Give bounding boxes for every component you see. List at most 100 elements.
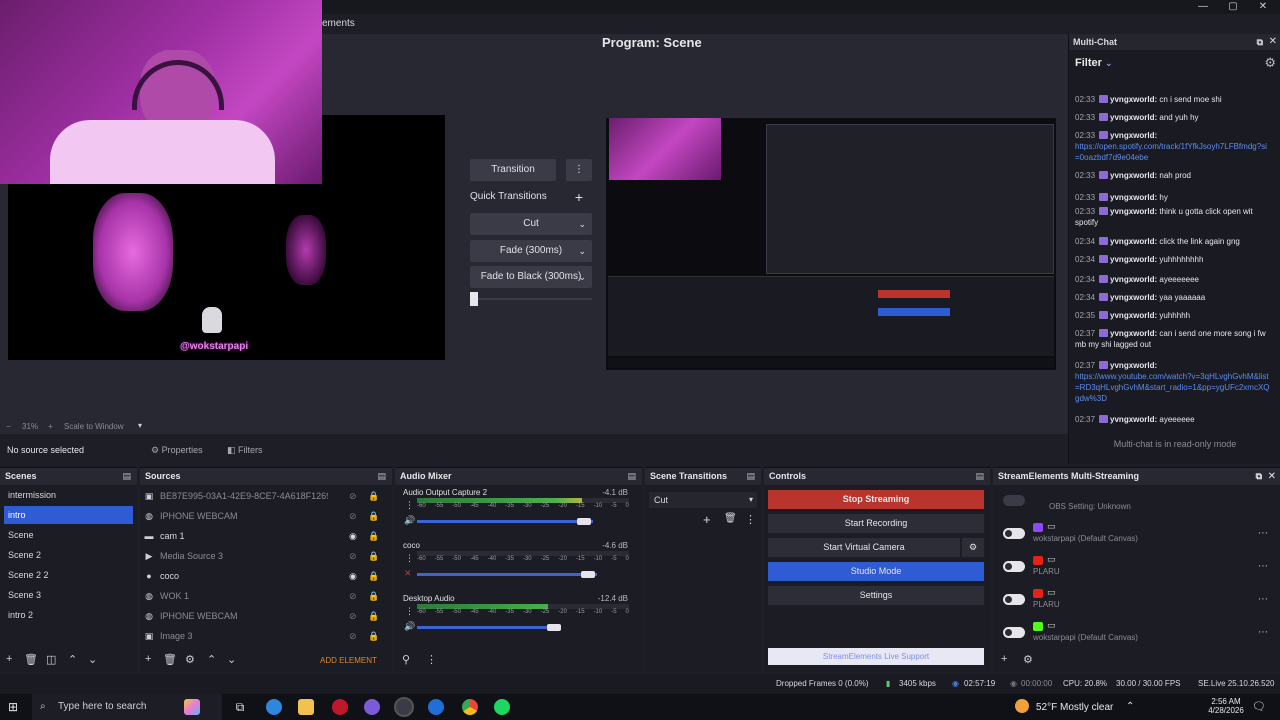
- chat-username[interactable]: yvngxworld:: [1110, 415, 1157, 424]
- menu-item-elements[interactable]: ements: [322, 18, 355, 29]
- visibility-icon[interactable]: ◉: [349, 567, 357, 585]
- scene-item[interactable]: Scene 2: [4, 546, 133, 564]
- popout-icon[interactable]: ⧉: [1257, 34, 1263, 50]
- lock-icon[interactable]: 🔒: [368, 507, 379, 525]
- lock-icon[interactable]: 🔒: [368, 527, 379, 545]
- scene-item[interactable]: intermission: [4, 486, 133, 504]
- source-item[interactable]: ▬ cam 1 ◉ 🔒: [144, 527, 384, 545]
- scene-item[interactable]: Scene: [4, 526, 133, 544]
- channel-menu-icon[interactable]: ⋮: [405, 500, 414, 511]
- lock-icon[interactable]: 🔒: [368, 567, 379, 585]
- add-transition-icon[interactable]: +: [703, 512, 711, 527]
- filter-dropdown[interactable]: Filter ⌄: [1075, 57, 1113, 69]
- speaker-icon[interactable]: 🔊: [404, 515, 415, 526]
- stop-streaming-button[interactable]: Stop Streaming: [768, 490, 984, 509]
- channel-menu-icon[interactable]: ⋮: [405, 553, 414, 564]
- lock-icon[interactable]: 🔒: [368, 547, 379, 565]
- zoom-out-icon[interactable]: −: [6, 422, 11, 431]
- volume-knob[interactable]: [546, 624, 561, 631]
- scene-item[interactable]: Scene 3: [4, 586, 133, 604]
- mixer-menu-icon[interactable]: ⋮: [426, 653, 437, 666]
- visibility-icon[interactable]: ⊘: [349, 507, 357, 525]
- chat-username[interactable]: yvngxworld:: [1110, 193, 1157, 202]
- properties-button[interactable]: ⚙ Properties: [151, 445, 203, 456]
- notifications-icon[interactable]: 🗨: [1252, 700, 1266, 713]
- quick-transition-cut[interactable]: Cut ⌄: [470, 213, 592, 235]
- transition-menu-button[interactable]: ⋮: [566, 159, 592, 181]
- volume-knob[interactable]: [577, 518, 592, 525]
- app-blue-icon[interactable]: [428, 699, 444, 715]
- move-down-icon[interactable]: ⌄: [227, 653, 236, 666]
- scene-item[interactable]: intro 2: [4, 606, 133, 624]
- output-toggle[interactable]: [1003, 528, 1025, 539]
- weather-text[interactable]: 52°F Mostly clear: [1036, 702, 1113, 713]
- volume-slider[interactable]: [417, 626, 561, 629]
- obs-toggle[interactable]: [1003, 495, 1025, 506]
- speaker-icon[interactable]: ✕: [404, 568, 412, 579]
- chat-username[interactable]: yvngxworld:: [1110, 131, 1157, 140]
- volume-slider[interactable]: [417, 573, 597, 576]
- spotify-icon[interactable]: [494, 699, 510, 715]
- trash-icon[interactable]: 🗑: [163, 653, 177, 666]
- quick-transition-fade-black[interactable]: Fade to Black (300ms) ⌄: [470, 266, 592, 288]
- copilot-icon[interactable]: [184, 699, 200, 715]
- move-up-icon[interactable]: ⌃: [68, 653, 77, 666]
- more-icon[interactable]: ⋯: [1258, 561, 1268, 572]
- chat-username[interactable]: yvngxworld:: [1110, 207, 1157, 216]
- t-bar-track[interactable]: [478, 298, 592, 300]
- zoom-dropdown-icon[interactable]: ▾: [138, 421, 142, 430]
- chat-username[interactable]: yvngxworld:: [1110, 255, 1157, 264]
- output-toggle[interactable]: [1003, 594, 1025, 605]
- more-icon[interactable]: ⋯: [1258, 627, 1268, 638]
- add-quick-transition-icon[interactable]: +: [566, 186, 592, 208]
- chat-username[interactable]: yvngxworld:: [1110, 171, 1157, 180]
- edge-icon[interactable]: [266, 699, 282, 715]
- file-explorer-icon[interactable]: [298, 699, 314, 715]
- t-bar-handle[interactable]: [470, 292, 478, 306]
- close-window-button[interactable]: ✕: [1248, 0, 1278, 14]
- chat-username[interactable]: yvngxworld:: [1110, 95, 1157, 104]
- dock-menu-icon[interactable]: ▤: [627, 468, 636, 485]
- clock[interactable]: 2:56 AM 4/28/2026: [1208, 697, 1244, 715]
- gear-icon[interactable]: ⚙: [185, 653, 195, 666]
- scene-item[interactable]: Scene 2 2: [4, 566, 133, 584]
- volume-slider[interactable]: [417, 520, 593, 523]
- visibility-icon[interactable]: ⊘: [349, 607, 357, 625]
- quick-transition-fade[interactable]: Fade (300ms) ⌄: [470, 240, 592, 262]
- add-element-button[interactable]: ADD ELEMENT: [320, 656, 377, 665]
- dock-menu-icon[interactable]: ▤: [975, 468, 984, 485]
- settings-button[interactable]: Settings: [768, 586, 984, 605]
- visibility-icon[interactable]: ⊘: [349, 587, 357, 605]
- channel-menu-icon[interactable]: ⋮: [405, 606, 414, 617]
- chat-username[interactable]: yvngxworld:: [1110, 237, 1157, 246]
- chat-username[interactable]: yvngxworld:: [1110, 113, 1157, 122]
- visibility-icon[interactable]: ◉: [349, 527, 357, 545]
- lock-icon[interactable]: 🔒: [368, 607, 379, 625]
- visibility-icon[interactable]: ⊘: [349, 627, 357, 645]
- tray-expand-icon[interactable]: ⌃: [1126, 701, 1134, 712]
- chat-link[interactable]: https://www.youtube.com/watch?v=3qHLvghG…: [1075, 372, 1270, 403]
- output-toggle[interactable]: [1003, 627, 1025, 638]
- studio-mode-button[interactable]: Studio Mode: [768, 562, 984, 581]
- link-icon[interactable]: ⚲: [402, 653, 410, 666]
- lock-icon[interactable]: 🔒: [368, 587, 379, 605]
- chrome-icon[interactable]: [462, 699, 478, 715]
- volume-knob[interactable]: [581, 571, 595, 578]
- live-support-button[interactable]: StreamElements Live Support: [768, 648, 984, 665]
- transition-select[interactable]: Cut ▾: [649, 492, 757, 508]
- source-item[interactable]: ▶ Media Source 3 ⊘ 🔒: [144, 547, 384, 565]
- visibility-icon[interactable]: ⊘: [349, 487, 357, 505]
- lock-icon[interactable]: 🔒: [368, 627, 379, 645]
- source-item[interactable]: ◍ IPHONE WEBCAM ⊘ 🔒: [144, 507, 384, 525]
- source-item[interactable]: ▣ BE87E995-03A1-42E9-8CE7-4A618F12695E (1…: [144, 487, 384, 505]
- move-down-icon[interactable]: ⌄: [88, 653, 97, 666]
- more-icon[interactable]: ⋯: [1258, 594, 1268, 605]
- more-icon[interactable]: ⋯: [1258, 528, 1268, 539]
- transition-button[interactable]: Transition: [470, 159, 556, 181]
- visibility-icon[interactable]: ⊘: [349, 547, 357, 565]
- minimize-button[interactable]: —: [1188, 0, 1218, 14]
- obs-icon[interactable]: [396, 699, 412, 715]
- app-purple-icon[interactable]: [364, 699, 380, 715]
- scene-item[interactable]: intro: [4, 506, 133, 524]
- add-scene-icon[interactable]: +: [6, 653, 12, 665]
